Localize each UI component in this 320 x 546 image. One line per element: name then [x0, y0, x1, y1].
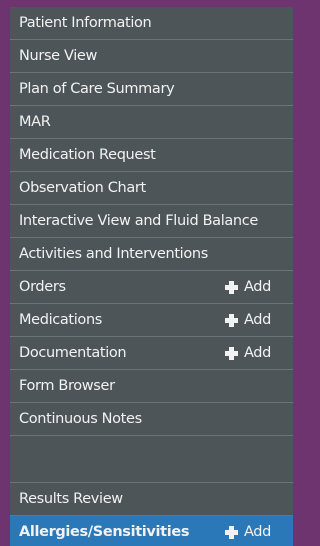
menu-item-medications[interactable]: Medications Add [10, 304, 293, 337]
orders-add-button[interactable]: Add [224, 279, 271, 295]
plus-icon [224, 313, 238, 327]
menu-item-label: MAR [19, 114, 51, 130]
add-label: Add [243, 345, 271, 361]
menu-item-label: Continuous Notes [19, 411, 142, 427]
allergies-add-button[interactable]: Add [224, 524, 271, 540]
menu-item-label: Nurse View [19, 48, 97, 64]
menu-item-plan-of-care-summary[interactable]: Plan of Care Summary [10, 73, 293, 106]
menu-item-label: Form Browser [19, 378, 115, 394]
menu-item-label: Medication Request [19, 147, 156, 163]
menu-list: Patient Information Nurse View Plan of C… [10, 7, 293, 546]
documentation-add-button[interactable]: Add [224, 345, 271, 361]
menu-item-form-browser[interactable]: Form Browser [10, 370, 293, 403]
plus-icon [224, 346, 238, 360]
menu-item-orders[interactable]: Orders Add [10, 271, 293, 304]
medications-add-button[interactable]: Add [224, 312, 271, 328]
menu-item-label: Interactive View and Fluid Balance [19, 213, 258, 229]
menu-item-nurse-view[interactable]: Nurse View [10, 40, 293, 73]
menu-item-label: Medications [19, 312, 103, 328]
menu-item-continuous-notes[interactable]: Continuous Notes [10, 403, 293, 436]
menu-item-label: Patient Information [19, 15, 152, 31]
menu-item-label: Orders [19, 279, 66, 295]
menu-item-allergies-sensitivities[interactable]: Allergies/Sensitivities Add [10, 516, 293, 546]
add-label: Add [243, 312, 271, 328]
menu-item-interactive-view-fluid-balance[interactable]: Interactive View and Fluid Balance [10, 205, 293, 238]
menu-item-activities-interventions[interactable]: Activities and Interventions [10, 238, 293, 271]
add-label: Add [243, 524, 271, 540]
menu-item-medication-request[interactable]: Medication Request [10, 139, 293, 172]
menu-item-observation-chart[interactable]: Observation Chart [10, 172, 293, 205]
menu-item-label: Plan of Care Summary [19, 81, 175, 97]
menu-item-label: Documentation [19, 345, 127, 361]
plus-icon [224, 525, 238, 539]
menu-item-label: Observation Chart [19, 180, 146, 196]
menu-item-label: Results Review [19, 491, 123, 507]
navigation-menu: Patient Information Nurse View Plan of C… [10, 7, 293, 546]
menu-item-mar[interactable]: MAR [10, 106, 293, 139]
menu-item-results-review[interactable]: Results Review [10, 483, 293, 516]
menu-item-documentation[interactable]: Documentation Add [10, 337, 293, 370]
menu-item-label: Activities and Interventions [19, 246, 208, 262]
menu-spacer [10, 436, 293, 483]
menu-item-patient-information[interactable]: Patient Information [10, 7, 293, 40]
add-label: Add [243, 279, 271, 295]
menu-item-label: Allergies/Sensitivities [19, 524, 190, 540]
plus-icon [224, 280, 238, 294]
